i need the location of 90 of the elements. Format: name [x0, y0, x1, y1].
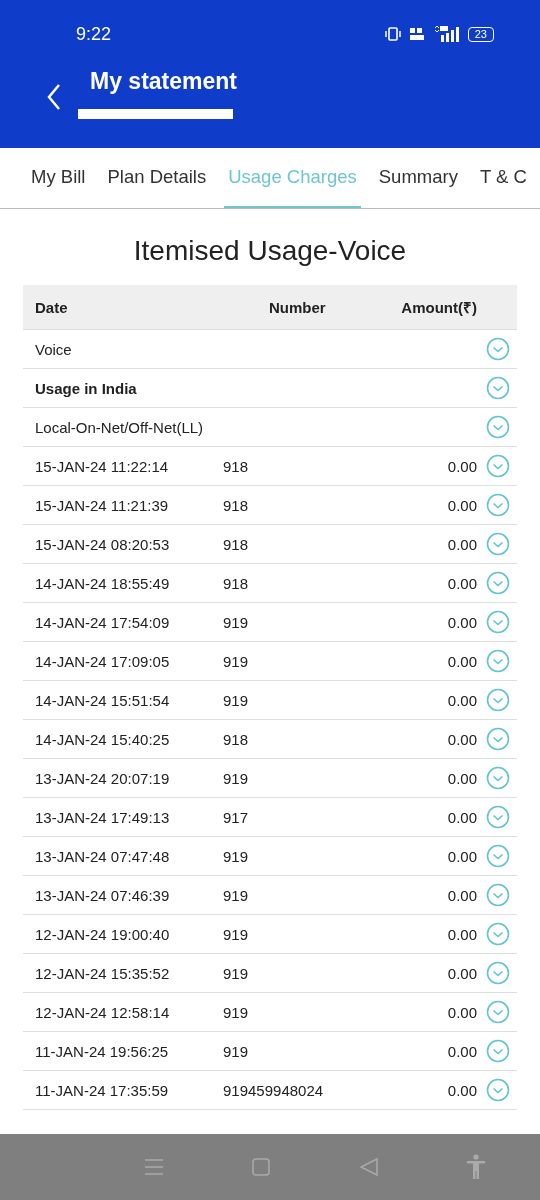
expand-icon[interactable]	[486, 376, 510, 400]
column-header: Number	[268, 298, 327, 316]
expand-icon[interactable]	[486, 337, 510, 361]
table-cell-text: 0.00	[446, 613, 478, 631]
table-cell-text: 0.00	[446, 964, 478, 982]
expand-icon[interactable]	[486, 571, 510, 595]
table-cell-text: 0.00	[446, 496, 478, 514]
table-cell-text: 14-JAN-24 15:40:25	[34, 730, 171, 748]
table-cell-text: 14-JAN-24 18:55:49	[34, 574, 171, 592]
expand-icon[interactable]	[486, 805, 510, 829]
expand-icon[interactable]	[486, 883, 510, 907]
table-cell-text: 0.00	[446, 730, 478, 748]
table-cell-text: 11-JAN-24 19:56:25	[34, 1042, 170, 1060]
expand-icon[interactable]	[486, 688, 510, 712]
table-cell-text: 12-JAN-24 15:35:52	[34, 964, 171, 982]
expand-icon[interactable]	[486, 493, 510, 517]
table-cell-text: 0.00	[446, 847, 478, 865]
table-cell-text: 15-JAN-24 11:21:39	[34, 496, 170, 514]
table-cell-text: 0.00	[446, 574, 478, 592]
table-cell-text: 0.00	[446, 886, 478, 904]
table-cell-text: 11-JAN-24 17:35:59	[34, 1081, 170, 1099]
table-cell-text: 0.00	[446, 925, 478, 943]
vibrate-icon	[383, 26, 402, 42]
expand-icon[interactable]	[486, 922, 510, 946]
table-cell-text: 919	[223, 964, 250, 982]
tab[interactable]: My Bill	[27, 148, 90, 208]
menu-icon[interactable]	[143, 1158, 164, 1176]
expand-icon[interactable]	[486, 532, 510, 556]
battery-level: 23	[467, 26, 494, 42]
column-header: Amount(₹)	[401, 298, 478, 317]
table-cell-text: 919	[223, 1042, 250, 1060]
table-cell-text: 918	[223, 535, 250, 553]
expand-icon[interactable]	[486, 454, 510, 478]
expand-icon[interactable]	[486, 1078, 510, 1102]
table-cell-text: 15-JAN-24 08:20:53	[34, 535, 171, 553]
table-cell-text: 13-JAN-24 20:07:19	[34, 769, 171, 787]
table-cell-text: 919	[223, 613, 250, 631]
table-cell-text: 13-JAN-24 07:47:48	[34, 847, 171, 865]
table-cell-text: 13-JAN-24 17:49:13	[34, 808, 171, 826]
table-cell-text: 0.00	[446, 1042, 478, 1060]
table-cell-text: 918	[223, 574, 250, 592]
table-cell-text: 919	[223, 847, 250, 865]
table-cell-text: 14-JAN-24 17:09:05	[34, 652, 171, 670]
table-cell-text: 917	[223, 808, 250, 826]
table-cell-text: 918	[223, 457, 250, 475]
back-icon[interactable]	[46, 82, 62, 111]
table-cell-text: 919	[223, 691, 250, 709]
tab[interactable]: T & C	[475, 148, 531, 208]
accessibility-icon[interactable]	[466, 1154, 487, 1180]
table-cell-text: 918	[223, 496, 250, 514]
table-cell-text: 919	[223, 652, 250, 670]
tab[interactable]: Summary	[374, 148, 462, 208]
table-cell-text: 919459948024	[223, 1081, 325, 1099]
table-cell-text: 919	[223, 886, 250, 904]
expand-icon[interactable]	[486, 1000, 510, 1024]
table-cell-text: 0.00	[446, 769, 478, 787]
page-title: My statement	[90, 68, 237, 95]
table-cell-text: 0.00	[446, 535, 478, 553]
table-cell-text: 12-JAN-24 19:00:40	[34, 925, 171, 943]
expand-icon[interactable]	[486, 415, 510, 439]
column-header: Date	[34, 298, 69, 316]
home-icon[interactable]	[251, 1157, 272, 1177]
table-cell-text: 15-JAN-24 11:22:14	[34, 457, 170, 475]
table-cell-text: 918	[223, 730, 250, 748]
table-cell-text: 13-JAN-24 07:46:39	[34, 886, 171, 904]
expand-icon[interactable]	[486, 961, 510, 985]
table-cell-text: 0.00	[446, 808, 478, 826]
table-cell-text: 0.00	[446, 1081, 478, 1099]
table-cell-text: 919	[223, 1003, 250, 1021]
table-cell-text: 12-JAN-24 12:58:14	[34, 1003, 171, 1021]
table-cell-text: 14-JAN-24 15:51:54	[34, 691, 171, 709]
group-label: Usage in India	[34, 379, 138, 397]
table-cell-text: 0.00	[446, 691, 478, 709]
group-label: Voice	[34, 340, 73, 358]
expand-icon[interactable]	[486, 1039, 510, 1063]
expand-icon[interactable]	[486, 844, 510, 868]
group-label: Local-On-Net/Off-Net(LL)	[34, 418, 205, 436]
expand-icon[interactable]	[486, 727, 510, 751]
table-cell-text: 919	[223, 925, 250, 943]
table-cell-text: 14-JAN-24 17:54:09	[34, 613, 171, 631]
section-title: Itemised Usage-Voice	[132, 235, 408, 267]
expand-icon[interactable]	[486, 766, 510, 790]
table-cell-text: 919	[223, 769, 250, 787]
table-cell-text: 0.00	[446, 1003, 478, 1021]
table-cell-text: 0.00	[446, 652, 478, 670]
expand-icon[interactable]	[486, 649, 510, 673]
expand-icon[interactable]	[486, 610, 510, 634]
status-time: 9:22	[76, 23, 112, 45]
tab[interactable]: Plan Details	[103, 148, 211, 208]
table-cell-text: 0.00	[446, 457, 478, 475]
